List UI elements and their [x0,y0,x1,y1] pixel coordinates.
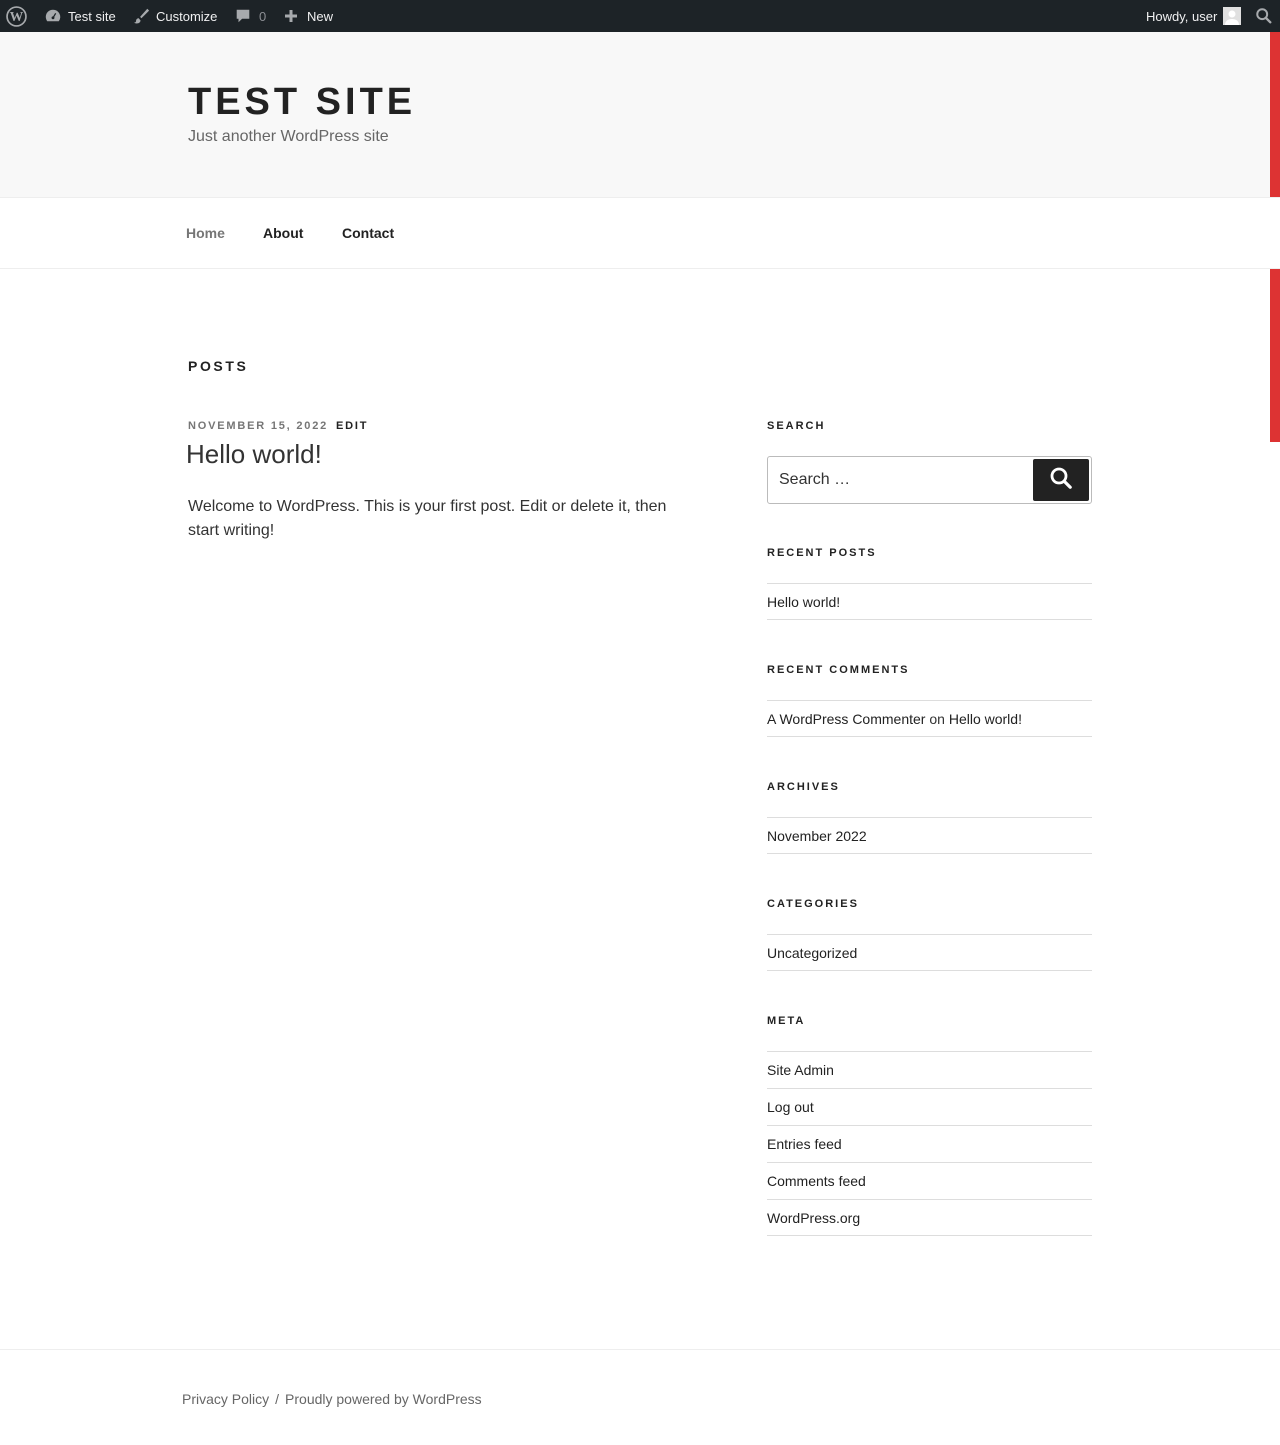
post-date-link[interactable]: NOVEMBER 15, 2022 [188,420,328,432]
dashboard-icon [44,7,62,25]
comments-feed-link[interactable]: Comments feed [767,1173,866,1189]
category-link[interactable]: Uncategorized [767,945,857,961]
site-name-link[interactable]: Test site [44,0,116,32]
privacy-policy-link[interactable]: Privacy Policy [182,1391,269,1407]
scroll-indicator [1270,269,1280,442]
recent-post-link[interactable]: Hello world! [767,594,840,610]
archives-list: November 2022 [767,817,1092,854]
widget-title-recent-posts: RECENT POSTS [767,547,877,559]
comment-author-link[interactable]: A WordPress Commenter [767,711,925,727]
meta-list: Site Admin Log out Entries feed Comments… [767,1051,1092,1236]
archive-link[interactable]: November 2022 [767,828,867,844]
customize-label: Customize [156,8,218,24]
new-label: New [307,8,334,24]
post-meta: NOVEMBER 15, 2022 EDIT [188,419,368,433]
nav-item-contact[interactable]: Contact [342,224,394,242]
footer-separator: / [275,1391,280,1407]
widget-title-meta: META [767,1015,806,1027]
log-out-link[interactable]: Log out [767,1099,814,1115]
main-navigation: Home About Contact [0,197,1280,269]
comment-post-link[interactable]: Hello world! [949,711,1022,727]
widget-title-search: SEARCH [767,420,826,432]
list-item: Site Admin [767,1051,1092,1088]
categories-list: Uncategorized [767,934,1092,971]
recent-comments-list: A WordPress Commenter on Hello world! [767,700,1092,737]
list-item: Comments feed [767,1162,1092,1199]
comments-link[interactable]: 0 [234,0,266,32]
site-title[interactable]: TEST SITE [188,82,416,122]
my-account-link[interactable]: Howdy, user [1146,0,1242,32]
list-item: Hello world! [767,583,1092,620]
brush-icon [132,7,150,25]
powered-by-link[interactable]: Proudly powered by WordPress [285,1391,482,1407]
comments-count: 0 [259,8,267,24]
post-title[interactable]: Hello world! [186,437,322,471]
howdy-label: Howdy, user [1146,8,1218,24]
avatar [1223,7,1242,25]
list-item: Log out [767,1088,1092,1125]
page-title: POSTS [188,358,249,374]
search-icon[interactable] [1255,0,1273,32]
wordpress-logo-icon[interactable]: W [6,0,27,32]
wordpress-org-link[interactable]: WordPress.org [767,1210,860,1226]
post-edit-link[interactable]: EDIT [336,420,368,432]
list-item: Entries feed [767,1125,1092,1162]
comment-icon [234,7,252,25]
widget-title-recent-comments: RECENT COMMENTS [767,664,910,676]
customize-link[interactable]: Customize [132,0,217,32]
list-item: WordPress.org [767,1199,1092,1236]
search-input[interactable] [768,457,1030,503]
site-name-label: Test site [68,8,116,24]
svg-text:W: W [10,9,24,24]
list-item: November 2022 [767,817,1092,854]
recent-posts-list: Hello world! [767,583,1092,620]
nav-item-home[interactable]: Home [186,224,225,242]
scroll-indicator [1270,32,1280,197]
search-button[interactable] [1033,459,1089,501]
plus-icon [283,8,299,24]
widget-title-categories: CATEGORIES [767,898,859,910]
list-item: A WordPress Commenter on Hello world! [767,700,1092,737]
list-item: Uncategorized [767,934,1092,971]
entries-feed-link[interactable]: Entries feed [767,1136,842,1152]
nav-item-about[interactable]: About [263,224,303,242]
search-icon [1049,466,1073,495]
comment-on-label: on [929,711,945,727]
search-form [767,456,1092,504]
post-content: Welcome to WordPress. This is your first… [188,498,667,539]
site-description: Just another WordPress site [188,128,389,145]
footer-links: Privacy Policy / Proudly powered by WordPr… [182,1390,482,1408]
admin-bar: W Test site Customize 0 New Howdy, user [0,0,1280,32]
site-footer: Privacy Policy / Proudly powered by WordPr… [0,1349,1280,1445]
widget-title-archives: ARCHIVES [767,781,840,793]
new-content-link[interactable]: New [283,0,333,32]
site-admin-link[interactable]: Site Admin [767,1062,834,1078]
